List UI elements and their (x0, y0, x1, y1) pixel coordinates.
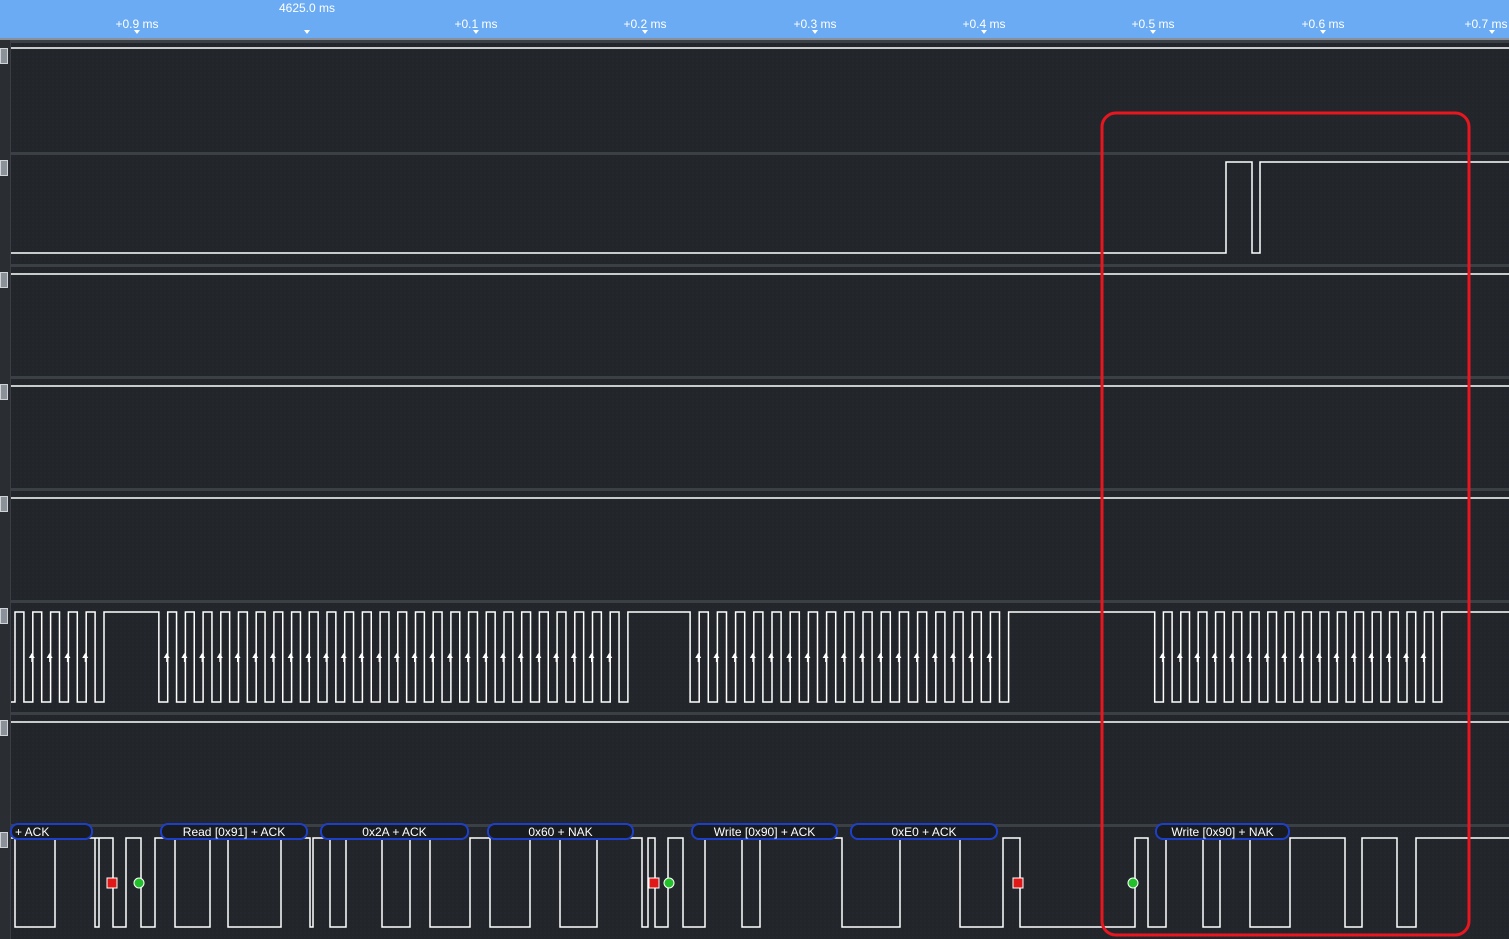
clock-edge-arrow-icon (1385, 653, 1392, 658)
decoded-frame-bubble: + ACK (10, 823, 93, 840)
clock-edge-arrow-icon (1350, 653, 1357, 658)
clock-edge-arrow-icon (895, 653, 902, 658)
clock-edge-arrow-icon (464, 653, 471, 658)
clock-edge-arrow-icon (269, 653, 276, 658)
clock-edge-arrow-icon (517, 653, 524, 658)
decoded-frame-label: 0xE0 + ACK (891, 825, 956, 839)
clock-edge-arrow-icon (46, 653, 53, 658)
clock-edge-arrow-icon (877, 653, 884, 658)
clock-edge-arrow-icon (482, 653, 489, 658)
stop-condition-marker-icon (648, 877, 660, 889)
highlight-rectangle (1100, 111, 1471, 937)
decoded-frame-bubble: Read [0x91] + ACK (160, 823, 308, 840)
channel-trace (11, 161, 1509, 254)
clock-edge-arrow-icon (1420, 653, 1427, 658)
clock-edge-arrow-icon (1298, 653, 1305, 658)
clock-edge-arrow-icon (82, 653, 89, 658)
clock-edge-arrow-icon (1316, 653, 1322, 658)
start-condition-marker-icon (1127, 877, 1139, 889)
decoded-frame-bubble: Write [0x90] + ACK (691, 823, 838, 840)
clock-edge-arrow-icon (713, 653, 720, 658)
clock-edge-arrow-icon (822, 653, 829, 658)
channel-trace (11, 837, 1509, 928)
clock-edge-arrow-icon (588, 653, 595, 658)
clock-edge-arrow-icon (786, 653, 793, 658)
clock-edge-arrow-icon (429, 653, 436, 658)
clock-edge-arrow-icon (768, 653, 774, 658)
start-condition-marker-icon (663, 877, 675, 889)
clock-edge-arrow-icon (606, 653, 613, 658)
clock-edge-arrow-icon (1263, 653, 1270, 658)
clock-edge-arrow-icon (28, 653, 35, 658)
clock-edge-arrow-icon (411, 653, 418, 658)
clock-edge-arrow-icon (804, 653, 811, 658)
decoded-frame-label: Write [0x90] + NAK (1171, 825, 1273, 839)
stop-condition-marker-icon (106, 877, 118, 889)
decoded-frame-label: + ACK (15, 825, 49, 839)
clock-edge-arrow-icon (1246, 653, 1253, 658)
clock-edge-arrow-icon (199, 653, 206, 658)
clock-edge-arrow-icon (216, 653, 223, 658)
stop-condition-marker-icon (1012, 877, 1024, 889)
clock-edge-arrow-icon (163, 653, 170, 658)
clock-edge-arrow-icon (553, 653, 560, 658)
clock-edge-arrow-icon (287, 653, 294, 658)
clock-edge-arrow-icon (305, 653, 312, 658)
clock-edge-arrow-icon (1281, 653, 1288, 658)
clock-edge-arrow-icon (1211, 653, 1218, 658)
decoded-frame-label: 0x60 + NAK (528, 825, 592, 839)
clock-edge-arrow-icon (252, 653, 259, 658)
clock-edge-arrow-icon (931, 653, 938, 658)
decoded-frame-label: Read [0x91] + ACK (183, 825, 285, 839)
clock-edge-arrow-icon (376, 653, 383, 658)
clock-edge-arrow-icon (1229, 653, 1235, 658)
clock-edge-arrow-icon (859, 653, 865, 658)
clock-edge-arrow-icon (1333, 653, 1340, 658)
clock-edge-arrow-icon (535, 653, 542, 658)
clock-edge-arrow-icon (950, 653, 956, 658)
decoded-frame-bubble: 0xE0 + ACK (850, 823, 998, 840)
clock-edge-arrow-icon (500, 653, 506, 658)
decoded-frame-label: 0x2A + ACK (362, 825, 426, 839)
clock-edge-arrow-icon (749, 653, 756, 658)
start-condition-marker-icon (133, 877, 145, 889)
clock-edge-arrow-icon (1368, 653, 1375, 658)
clock-edge-arrow-icon (1194, 653, 1201, 658)
clock-edge-arrow-icon (446, 653, 453, 658)
clock-edge-arrow-icon (234, 653, 241, 658)
clock-edge-arrow-icon (986, 653, 993, 658)
clock-edge-arrow-icon (323, 653, 329, 658)
waveform-canvas: + ACK Read [0x91] + ACK 0x2A + ACK 0x60 + N… (10, 47, 1509, 937)
clock-edge-arrow-icon (913, 653, 920, 658)
clock-edge-arrow-icon (340, 653, 347, 658)
clock-edge-arrow-icon (1159, 653, 1166, 658)
clock-edge-arrow-icon (695, 653, 702, 658)
clock-edge-arrow-icon (840, 653, 847, 658)
clock-edge-arrow-icon (1176, 653, 1183, 658)
clock-edge-arrow-icon (358, 653, 365, 658)
clock-edge-arrow-icon (64, 653, 71, 658)
clock-edge-arrow-icon (1403, 653, 1409, 658)
clock-edge-arrow-icon (731, 653, 738, 658)
decoded-frame-bubble: 0x2A + ACK (320, 823, 469, 840)
clock-edge-arrow-icon (393, 653, 400, 658)
decoded-frame-bubble: 0x60 + NAK (487, 823, 634, 840)
clock-edge-arrow-icon (181, 653, 188, 658)
decoded-frame-bubble: Write [0x90] + NAK (1155, 823, 1290, 840)
clock-edge-arrow-icon (968, 653, 975, 658)
clock-edge-arrow-icon (570, 653, 577, 658)
decoded-frame-label: Write [0x90] + ACK (714, 825, 816, 839)
